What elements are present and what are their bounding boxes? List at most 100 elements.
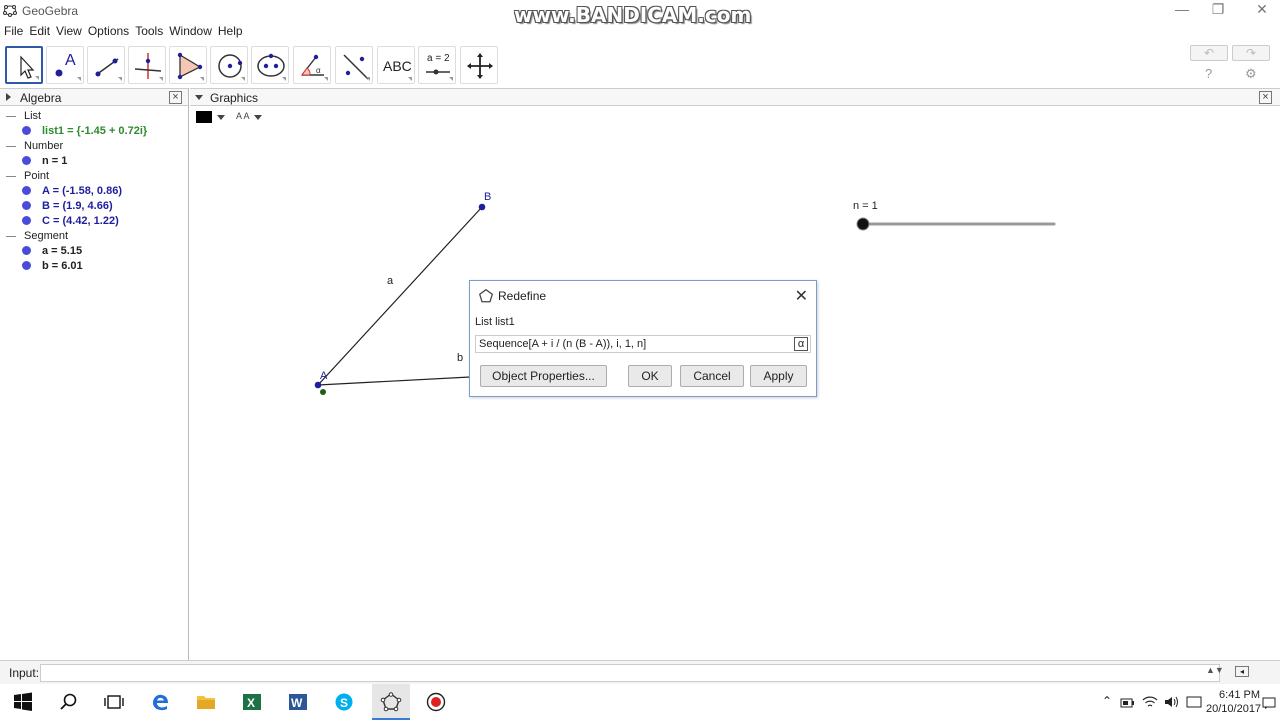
point-a[interactable] bbox=[314, 381, 322, 389]
alpha-symbol-button[interactable]: α bbox=[794, 337, 808, 351]
graphics-close-icon[interactable]: × bbox=[1259, 91, 1272, 104]
segment-b[interactable] bbox=[317, 376, 471, 386]
excel-icon[interactable]: X bbox=[241, 692, 263, 712]
object-properties-button[interactable]: Object Properties... bbox=[480, 365, 607, 387]
algebra-item-n[interactable]: n = 1 bbox=[22, 154, 67, 169]
file-explorer-icon[interactable] bbox=[195, 692, 217, 712]
apply-button[interactable]: Apply bbox=[750, 365, 807, 387]
polygon-tool-button[interactable] bbox=[169, 46, 207, 84]
menu-file[interactable]: File bbox=[0, 22, 26, 38]
clock-time[interactable]: 6:41 PM bbox=[1206, 689, 1260, 702]
visibility-dot-icon[interactable] bbox=[22, 261, 31, 270]
algebra-close-icon[interactable]: × bbox=[169, 91, 182, 104]
collapse-minus-icon[interactable] bbox=[6, 235, 16, 237]
text-tool-button[interactable]: ABC bbox=[377, 46, 415, 84]
algebra-category-list[interactable]: List bbox=[6, 109, 41, 124]
redo-button[interactable]: ↷ bbox=[1232, 45, 1270, 61]
gear-icon[interactable]: ⚙ bbox=[1245, 66, 1257, 82]
chevron-down-icon[interactable] bbox=[217, 115, 225, 120]
algebra-item-point-a[interactable]: A = (-1.58, 0.86) bbox=[22, 184, 122, 199]
algebra-header: Algebra × bbox=[0, 88, 188, 106]
ok-button[interactable]: OK bbox=[628, 365, 672, 387]
word-icon[interactable]: W bbox=[287, 692, 309, 712]
geogebra-taskbar-button[interactable] bbox=[372, 684, 410, 720]
conic-tool-button[interactable] bbox=[251, 46, 289, 84]
search-icon[interactable] bbox=[58, 692, 80, 712]
point-tool-button[interactable]: A bbox=[46, 46, 84, 84]
collapse-caret-icon[interactable] bbox=[195, 95, 203, 100]
skype-icon[interactable]: S bbox=[333, 692, 355, 712]
perpendicular-tool-button[interactable] bbox=[128, 46, 166, 84]
input-field[interactable] bbox=[40, 664, 1220, 682]
menu-tools[interactable]: Tools bbox=[132, 22, 166, 38]
menu-help[interactable]: Help bbox=[215, 22, 246, 38]
algebra-item-point-b[interactable]: B = (1.9, 4.66) bbox=[22, 199, 113, 214]
algebra-category-point[interactable]: Point bbox=[6, 169, 49, 184]
circle-tool-button[interactable] bbox=[210, 46, 248, 84]
style-bar: A A bbox=[190, 107, 310, 127]
speaker-icon[interactable] bbox=[1164, 695, 1180, 709]
wifi-icon[interactable] bbox=[1142, 695, 1158, 709]
algebra-item-list1[interactable]: list1 = {-1.45 + 0.72i} bbox=[22, 124, 147, 139]
point-a-label: A bbox=[320, 370, 328, 382]
visibility-dot-icon[interactable] bbox=[22, 156, 31, 165]
collapse-minus-icon[interactable] bbox=[6, 145, 16, 147]
text-icon: ABC bbox=[383, 58, 412, 74]
point-tool-letter: A bbox=[65, 52, 76, 69]
visibility-dot-icon[interactable] bbox=[22, 186, 31, 195]
dialog-object-label: List list1 bbox=[475, 316, 515, 328]
svg-text:X: X bbox=[247, 696, 255, 710]
close-window-button[interactable]: ✕ bbox=[1240, 0, 1280, 20]
chevron-down-icon[interactable] bbox=[254, 115, 262, 120]
collapse-minus-icon[interactable] bbox=[6, 175, 16, 177]
history-spinner-icon[interactable]: ▲▼ bbox=[1206, 665, 1224, 675]
menu-view[interactable]: View bbox=[53, 22, 85, 38]
collapse-caret-icon[interactable] bbox=[6, 93, 11, 101]
menu-options[interactable]: Options bbox=[85, 22, 132, 38]
slider-n-handle[interactable] bbox=[856, 217, 870, 231]
task-view-icon[interactable] bbox=[103, 692, 125, 712]
algebra-item-segment-b[interactable]: b = 6.01 bbox=[22, 259, 83, 274]
clock-date[interactable]: 20/10/2017 bbox=[1206, 703, 1261, 716]
edge-browser-icon[interactable] bbox=[149, 692, 171, 712]
svg-text:S: S bbox=[340, 696, 348, 710]
battery-icon[interactable] bbox=[1120, 696, 1136, 710]
title-bar: GeoGebra www.BANDICAM.com — ❐ ✕ bbox=[0, 0, 1280, 27]
list1-point[interactable] bbox=[320, 389, 326, 395]
move-graphics-tool-button[interactable] bbox=[460, 46, 498, 84]
menu-window[interactable]: Window bbox=[166, 22, 215, 38]
visibility-dot-icon[interactable] bbox=[22, 216, 31, 225]
visibility-dot-icon[interactable] bbox=[22, 201, 31, 210]
menu-edit[interactable]: Edit bbox=[26, 22, 53, 38]
color-picker-button[interactable] bbox=[196, 111, 212, 123]
move-tool-button[interactable] bbox=[5, 46, 43, 84]
collapse-minus-icon[interactable] bbox=[6, 115, 16, 117]
algebra-item-segment-a[interactable]: a = 5.15 bbox=[22, 244, 82, 259]
visibility-dot-icon[interactable] bbox=[22, 126, 31, 135]
undo-button[interactable]: ↶ bbox=[1190, 45, 1228, 61]
svg-text:α: α bbox=[316, 66, 321, 75]
restore-button[interactable]: ❐ bbox=[1196, 0, 1240, 20]
algebra-category-segment[interactable]: Segment bbox=[6, 229, 68, 244]
point-b[interactable] bbox=[478, 203, 486, 211]
reflect-tool-button[interactable] bbox=[335, 46, 373, 84]
window-title: GeoGebra bbox=[22, 4, 79, 18]
algebra-item-point-c[interactable]: C = (4.42, 1.22) bbox=[22, 214, 119, 229]
redefine-input[interactable]: Sequence[A + i / (n (B - A)), i, 1, n] bbox=[475, 335, 811, 353]
angle-tool-button[interactable]: α bbox=[293, 46, 331, 84]
geogebra-logo-icon bbox=[3, 5, 17, 17]
input-method-icon[interactable] bbox=[1186, 695, 1202, 709]
slider-tool-button[interactable]: a = 2 bbox=[418, 46, 456, 84]
keyboard-icon[interactable]: ◂ bbox=[1235, 666, 1249, 677]
visibility-dot-icon[interactable] bbox=[22, 246, 31, 255]
cancel-button[interactable]: Cancel bbox=[680, 365, 744, 387]
action-center-icon[interactable] bbox=[1262, 696, 1276, 710]
algebra-category-number[interactable]: Number bbox=[6, 139, 63, 154]
line-tool-button[interactable] bbox=[87, 46, 125, 84]
chevron-up-icon[interactable]: ⌃ bbox=[1102, 694, 1112, 708]
font-size-button[interactable]: A A bbox=[236, 111, 250, 121]
bandicam-record-icon[interactable] bbox=[425, 692, 447, 712]
windows-start-icon[interactable] bbox=[12, 692, 34, 712]
help-icon[interactable]: ? bbox=[1205, 66, 1212, 81]
dialog-close-icon[interactable]: ✕ bbox=[795, 286, 808, 306]
